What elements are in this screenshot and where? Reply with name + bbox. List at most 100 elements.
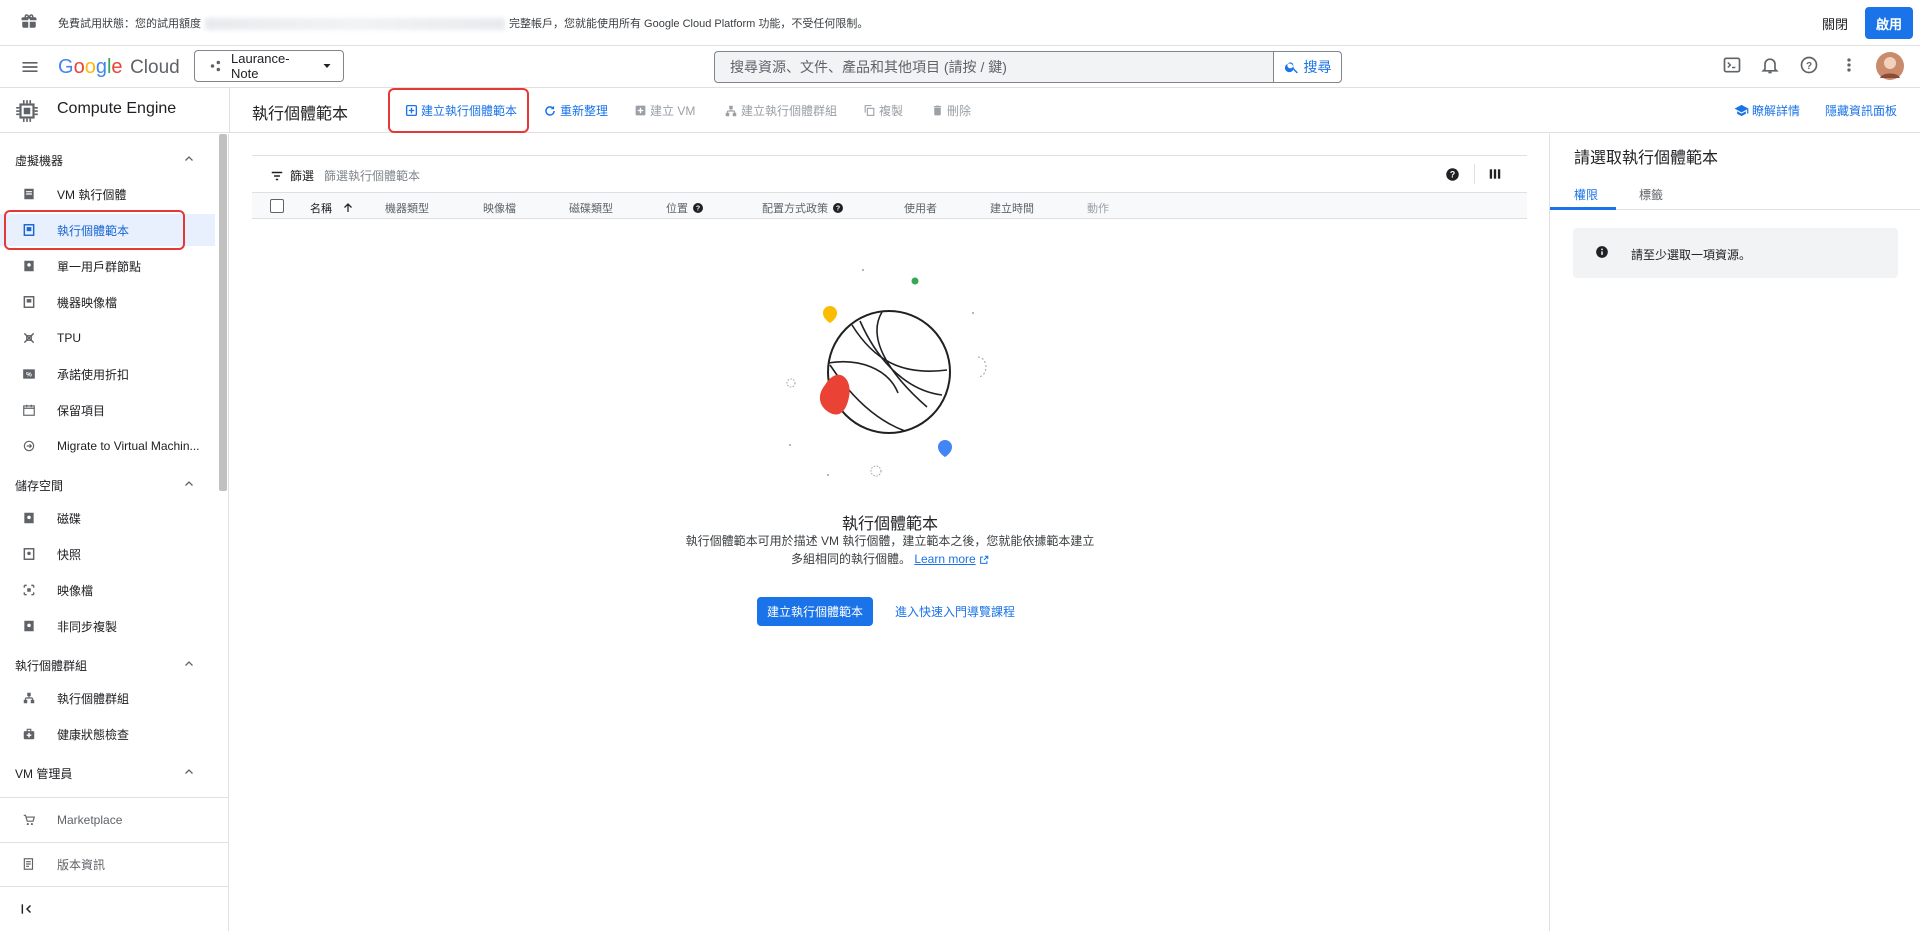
search-input[interactable]: 搜尋資源、文件、產品和其他項目 (請按 / 鍵)	[715, 52, 1273, 82]
search-bar[interactable]: 搜尋資源、文件、產品和其他項目 (請按 / 鍵) 搜尋	[714, 51, 1342, 83]
quickstart-link[interactable]: 進入快速入門導覽課程	[895, 603, 1015, 620]
empty-state-title: 執行個體範本	[841, 516, 938, 533]
caret-down-icon	[321, 60, 333, 72]
column-location[interactable]: 位置 ?	[666, 200, 704, 216]
divider	[0, 797, 229, 798]
sidebar-item-marketplace[interactable]: Marketplace	[0, 804, 215, 836]
project-icon	[209, 59, 223, 73]
release-notes-icon	[22, 857, 36, 871]
sidebar-item-label: 磁碟	[57, 511, 82, 526]
search-icon	[1284, 59, 1300, 75]
sidebar-item-label: TPU	[57, 331, 81, 345]
refresh-button[interactable]: 重新整理	[543, 102, 608, 119]
product-title: Compute Engine	[57, 100, 177, 117]
enable-button[interactable]: 啟用	[1865, 7, 1913, 39]
sidebar-item-label: 單一用戶群節點	[57, 259, 142, 274]
sidebar-item-label: 承諾使用折扣	[57, 367, 130, 382]
sidebar-section-instance-groups[interactable]: 執行個體群組	[15, 657, 87, 674]
learn-button[interactable]: 瞭解詳情	[1734, 102, 1800, 119]
more-vert-icon[interactable]	[1839, 55, 1859, 75]
column-name[interactable]: 名稱	[310, 200, 354, 216]
sidebar-item-health-checks[interactable]: 健康狀態檢查	[0, 718, 215, 750]
refresh-label: 重新整理	[560, 104, 609, 118]
info-panel-title: 請選取執行個體範本	[1574, 150, 1719, 167]
chevron-up-icon[interactable]	[183, 478, 195, 490]
free-trial-banner: 免費試用狀態：您的試用額度 完整帳戶，您就能使用所有 Google Cloud P…	[0, 0, 1920, 46]
project-selector[interactable]: Laurance-Note	[194, 50, 344, 82]
help-icon[interactable]: ?	[1799, 55, 1819, 75]
cloud-shell-icon[interactable]	[1722, 55, 1742, 75]
sidebar-item-migrate[interactable]: Migrate to Virtual Machin...	[0, 430, 215, 462]
search-button-label: 搜尋	[1303, 59, 1332, 75]
sidebar-item-release-notes[interactable]: 版本資訊	[0, 848, 215, 880]
logo-letter: e	[111, 56, 123, 78]
sidebar-item-machine-images[interactable]: 機器映像檔	[0, 286, 215, 318]
sidebar-item-sole-tenant[interactable]: 單一用戶群節點	[0, 250, 215, 282]
page-title: 執行個體範本	[252, 106, 349, 123]
hide-panel-button[interactable]: 隱藏資訊面板	[1825, 102, 1897, 119]
percent-icon: %	[22, 367, 36, 381]
google-cloud-logo[interactable]: Google Cloud	[58, 56, 180, 79]
tab-labels[interactable]: 標籤	[1639, 186, 1663, 203]
create-vm-button[interactable]: 建立 VM	[634, 102, 695, 119]
create-template-button[interactable]: 建立執行個體範本	[405, 102, 517, 119]
sidebar-section-vm[interactable]: 虛擬機器	[15, 152, 63, 169]
column-display-icon[interactable]	[1488, 167, 1502, 181]
sidebar-item-images[interactable]: 映像檔	[0, 574, 215, 606]
search-button[interactable]: 搜尋	[1273, 52, 1341, 82]
logo-letter: G	[58, 56, 74, 78]
sidebar-section-vm-manager[interactable]: VM 管理員	[15, 765, 72, 782]
health-check-icon	[22, 727, 36, 741]
sidebar-item-instance-groups[interactable]: 執行個體群組	[0, 682, 215, 714]
chevron-up-icon[interactable]	[183, 658, 195, 670]
column-creation-time[interactable]: 建立時間	[990, 200, 1034, 216]
sidebar-item-async-replication[interactable]: 非同步複製	[0, 610, 215, 642]
collapse-sidebar-icon[interactable]	[20, 902, 34, 916]
sidebar-item-snapshots[interactable]: 快照	[0, 538, 215, 570]
help-icon[interactable]: ?	[832, 202, 844, 214]
chevron-up-icon[interactable]	[183, 766, 195, 778]
create-group-button[interactable]: 建立執行個體群組	[724, 102, 837, 119]
sidebar-item-vm-instances[interactable]: VM 執行個體	[0, 178, 215, 210]
chevron-up-icon[interactable]	[183, 153, 195, 165]
banner-redacted	[205, 18, 505, 31]
tab-permissions[interactable]: 權限	[1574, 186, 1598, 203]
divider	[0, 886, 229, 887]
filter-bar: 篩選 篩選執行個體範本 ?	[252, 155, 1527, 192]
sidebar-item-committed-use[interactable]: % 承諾使用折扣	[0, 358, 215, 390]
sidebar-section-storage[interactable]: 儲存空間	[15, 477, 63, 494]
column-in-use-by[interactable]: 使用者	[904, 200, 937, 216]
create-template-cta-button[interactable]: 建立執行個體範本	[757, 597, 873, 626]
sidebar-item-tpu[interactable]: TPU	[0, 322, 215, 354]
school-icon	[1734, 103, 1749, 118]
machine-image-icon	[22, 295, 36, 309]
create-group-label: 建立執行個體群組	[741, 104, 838, 118]
info-icon	[1595, 245, 1609, 259]
column-machine-type[interactable]: 機器類型	[385, 200, 429, 216]
select-all-checkbox[interactable]	[270, 199, 284, 213]
column-provisioning-policy[interactable]: 配置方式政策 ?	[762, 200, 844, 216]
arrow-up-icon	[342, 202, 354, 214]
delete-button[interactable]: 刪除	[931, 102, 971, 119]
empty-state-illustration	[786, 269, 987, 477]
help-icon[interactable]: ?	[692, 202, 704, 214]
menu-icon[interactable]	[20, 57, 40, 77]
notifications-icon[interactable]	[1760, 55, 1780, 75]
sidebar-item-disks[interactable]: 磁碟	[0, 502, 215, 534]
sidebar-item-label: 快照	[57, 547, 82, 562]
filter-button[interactable]: 篩選	[270, 167, 314, 184]
create-template-label: 建立執行個體範本	[421, 104, 518, 118]
tab-indicator	[1550, 207, 1616, 210]
column-disk-type[interactable]: 磁碟類型	[569, 200, 613, 216]
sidebar-item-reservations[interactable]: 保留項目	[0, 394, 215, 426]
banner-text-start: 免費試用狀態：您的試用額度	[58, 18, 201, 30]
help-icon[interactable]: ?	[1445, 167, 1460, 182]
avatar[interactable]	[1875, 51, 1905, 81]
copy-button[interactable]: 複製	[863, 102, 903, 119]
learn-more-link[interactable]: Learn more	[914, 552, 975, 566]
sidebar-scrollbar[interactable]	[219, 134, 227, 491]
banner-close-button[interactable]: 關閉	[1822, 14, 1848, 33]
column-image[interactable]: 映像檔	[483, 200, 516, 216]
delete-icon	[931, 104, 944, 117]
filter-input[interactable]: 篩選執行個體範本	[324, 167, 420, 184]
